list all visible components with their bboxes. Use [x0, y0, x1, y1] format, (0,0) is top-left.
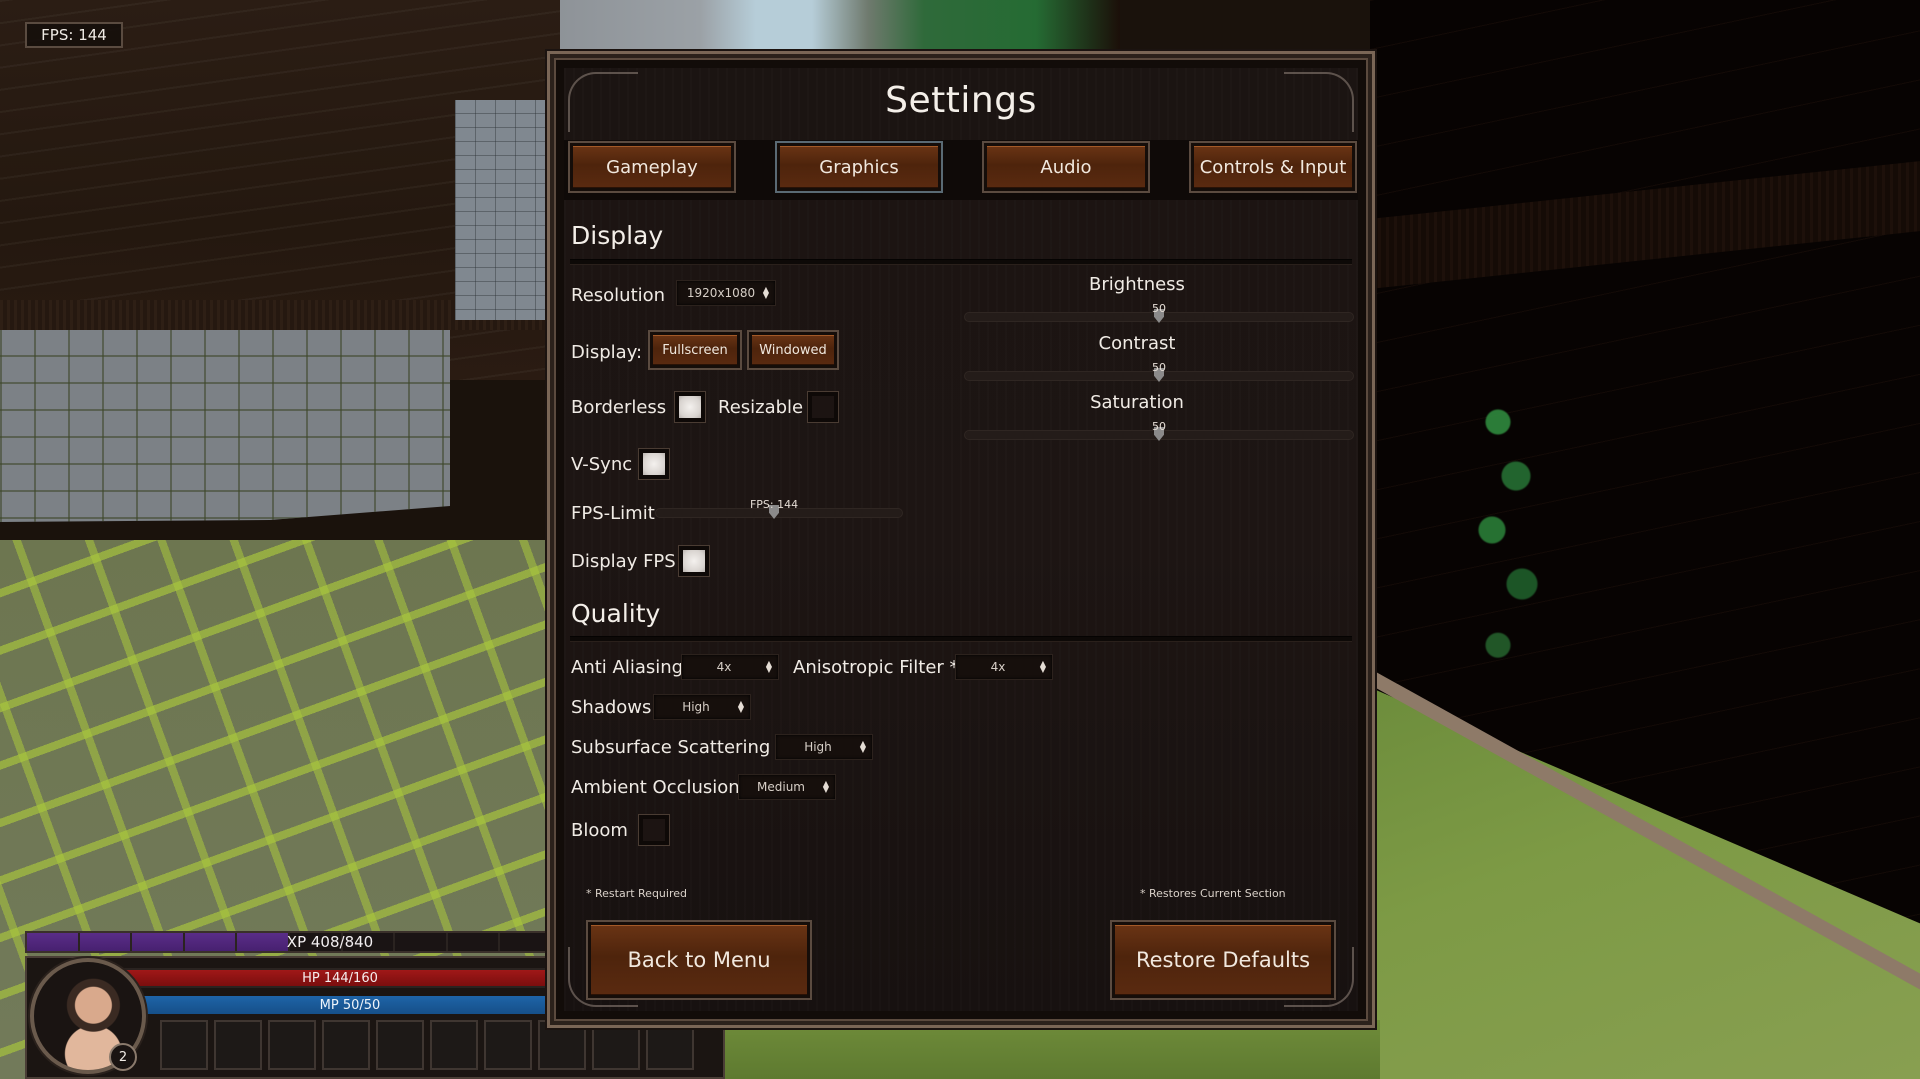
resolution-select[interactable]: 1920x1080 ▲ ▼ — [676, 280, 776, 306]
hotbar-slot[interactable] — [214, 1020, 262, 1070]
anisotropic-filter-value: 4x — [990, 660, 1006, 674]
slider-value: 50 — [1152, 302, 1166, 315]
ivy-plant — [1450, 350, 1570, 710]
settings-panel-body — [564, 68, 1358, 1011]
subsurface-scattering-value: High — [804, 740, 832, 754]
resizable-checkbox[interactable] — [807, 391, 839, 423]
restart-required-note: * Restart Required — [586, 887, 687, 900]
back-to-menu-button[interactable]: Back to Menu — [588, 922, 810, 998]
fps-limit-slider[interactable]: FPS: 144 — [655, 498, 903, 519]
slider-value: 50 — [1152, 420, 1166, 433]
sky-and-foliage — [560, 0, 1120, 52]
shadows-value: High — [682, 700, 710, 714]
subsurface-scattering-label: Subsurface Scattering * — [571, 737, 786, 758]
restore-defaults-button[interactable]: Restore Defaults — [1112, 922, 1334, 998]
brightness-slider[interactable]: 50 — [964, 302, 1354, 323]
section-divider — [570, 636, 1352, 642]
slider-value: 50 — [1152, 361, 1166, 374]
hotbar-slot[interactable] — [268, 1020, 316, 1070]
display-fps-label: Display FPS — [571, 551, 676, 572]
saturation-label: Saturation — [1090, 392, 1184, 413]
tab-graphics[interactable]: Graphics — [777, 143, 941, 191]
fps-limit-label: FPS-Limit — [571, 503, 655, 524]
hotbar-slot[interactable] — [376, 1020, 424, 1070]
shadows-select[interactable]: High ▲ ▼ — [653, 694, 751, 720]
tab-audio[interactable]: Audio — [984, 143, 1148, 191]
anti-aliasing-value: 4x — [716, 660, 732, 674]
ambient-occlusion-select[interactable]: Medium ▲ ▼ — [738, 774, 836, 800]
select-arrows-icon: ▲ ▼ — [822, 779, 829, 794]
display-mode-label: Display: — [571, 342, 643, 363]
fullscreen-button[interactable]: Fullscreen — [650, 332, 740, 368]
hp-bar: HP 144/160 — [120, 968, 560, 988]
select-arrows-icon: ▲ ▼ — [737, 699, 744, 714]
stone-wall — [0, 330, 450, 522]
windowed-button[interactable]: Windowed — [749, 332, 837, 368]
contrast-slider[interactable]: 50 — [964, 361, 1354, 382]
select-arrows-icon: ▲ ▼ — [1039, 659, 1046, 674]
contrast-label: Contrast — [1098, 333, 1176, 354]
anisotropic-filter-label: Anisotropic Filter * — [793, 657, 959, 678]
saturation-slider[interactable]: 50 — [964, 420, 1354, 441]
resolution-label: Resolution — [571, 285, 666, 306]
bloom-checkbox[interactable] — [638, 814, 670, 846]
tab-controls-input[interactable]: Controls & Input — [1191, 143, 1355, 191]
resizable-label: Resizable — [718, 397, 804, 418]
subsurface-scattering-select[interactable]: High ▲ ▼ — [775, 734, 873, 760]
hotbar-slot[interactable] — [160, 1020, 208, 1070]
checkbox-fill — [679, 396, 701, 418]
xp-text: XP 408/840 — [286, 933, 374, 951]
checkbox-fill — [643, 453, 665, 475]
select-arrows-icon: ▲ ▼ — [859, 739, 866, 754]
slider-value: FPS: 144 — [749, 498, 799, 511]
select-arrows-icon: ▲ ▼ — [762, 285, 769, 300]
section-title-display: Display — [571, 221, 664, 250]
shadows-label: Shadows — [571, 697, 652, 718]
mp-bar: MP 50/50 — [140, 996, 560, 1014]
brightness-label: Brightness — [1089, 274, 1185, 295]
anisotropic-filter-select[interactable]: 4x ▲ ▼ — [955, 654, 1053, 680]
settings-panel: Settings Gameplay Graphics Audio Control… — [547, 51, 1375, 1028]
resolution-value: 1920x1080 — [686, 286, 756, 300]
hotbar-slot[interactable] — [322, 1020, 370, 1070]
select-arrows-icon: ▲ ▼ — [765, 659, 772, 674]
ambient-occlusion-label: Ambient Occlusion — [571, 777, 740, 798]
restores-section-note: * Restores Current Section — [1140, 887, 1286, 900]
level-badge: 2 — [109, 1043, 137, 1071]
hotbar-slot[interactable] — [430, 1020, 478, 1070]
display-fps-checkbox[interactable] — [678, 545, 710, 577]
anti-aliasing-select[interactable]: 4x ▲ ▼ — [681, 654, 779, 680]
borderless-checkbox[interactable] — [674, 391, 706, 423]
anti-aliasing-label: Anti Aliasing — [571, 657, 684, 678]
tab-gameplay[interactable]: Gameplay — [570, 143, 734, 191]
bloom-label: Bloom — [571, 820, 628, 841]
stone-tower — [455, 100, 545, 320]
checkbox-fill — [812, 396, 834, 418]
fps-counter: FPS: 144 — [25, 22, 123, 48]
grass-bottom — [720, 1020, 1380, 1079]
vsync-label: V-Sync — [571, 454, 633, 475]
section-title-quality: Quality — [571, 599, 661, 628]
hotbar-slot[interactable] — [484, 1020, 532, 1070]
ambient-occlusion-value: Medium — [757, 780, 805, 794]
borderless-label: Borderless — [571, 397, 667, 418]
xp-bar: XP 408/840 — [25, 931, 555, 953]
section-divider — [570, 259, 1352, 265]
checkbox-fill — [683, 550, 705, 572]
vsync-checkbox[interactable] — [638, 448, 670, 480]
checkbox-fill — [643, 819, 665, 841]
settings-title: Settings — [885, 80, 1037, 121]
